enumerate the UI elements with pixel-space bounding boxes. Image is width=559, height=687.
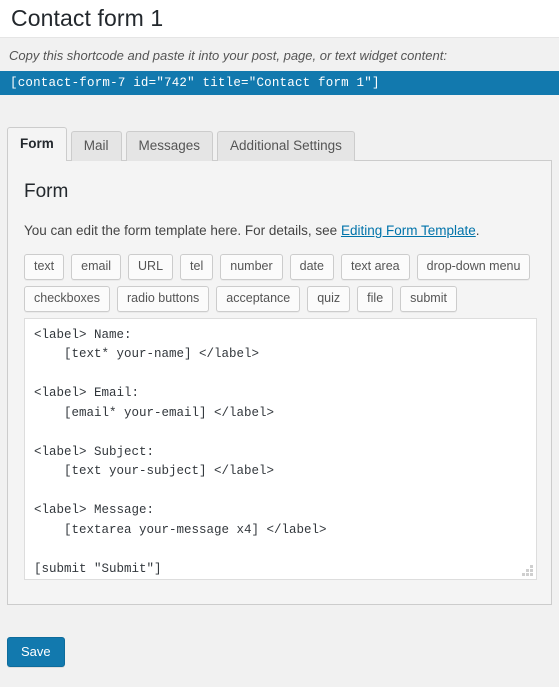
shortcode-description: Copy this shortcode and paste it into yo…	[9, 48, 447, 63]
save-button[interactable]: Save	[7, 636, 65, 668]
tag-button-url[interactable]: URL	[128, 253, 174, 280]
tag-button-row-2: checkboxes radio buttons acceptance quiz…	[24, 285, 537, 312]
page-title: Contact form 1	[11, 4, 164, 31]
form-panel: Form You can edit the form template here…	[7, 159, 552, 605]
page-header: Contact form 1	[0, 0, 559, 38]
tab-mail[interactable]: Mail	[70, 130, 122, 161]
shortcode-input[interactable]	[0, 70, 559, 95]
tag-button-tel[interactable]: tel	[180, 253, 214, 280]
form-template-textarea[interactable]: <label> Name: [text* your-name] </label>…	[24, 317, 537, 580]
editing-form-template-link[interactable]: Editing Form Template	[341, 223, 476, 238]
tag-button-checkboxes[interactable]: checkboxes	[24, 285, 111, 312]
tag-button-drop-down-menu[interactable]: drop-down menu	[416, 253, 531, 280]
panel-description-text: You can edit the form template here. For…	[24, 222, 341, 238]
tag-button-text-area[interactable]: text area	[340, 253, 410, 280]
tag-button-number[interactable]: number	[220, 253, 283, 280]
tag-button-text[interactable]: text	[24, 253, 65, 280]
tab-messages[interactable]: Messages	[125, 130, 214, 161]
tag-button-radio-buttons[interactable]: radio buttons	[117, 285, 210, 312]
tag-button-row-1: text email URL tel number date text area…	[24, 253, 537, 280]
panel-description-period: .	[475, 222, 480, 238]
shortcode-section: Copy this shortcode and paste it into yo…	[0, 38, 559, 95]
tab-form[interactable]: Form	[7, 126, 67, 161]
tag-button-acceptance[interactable]: acceptance	[216, 285, 301, 312]
tag-button-date[interactable]: date	[289, 253, 334, 280]
tab-bar: Form Mail Messages Additional Settings	[7, 126, 559, 161]
panel-description: You can edit the form template here. For…	[24, 222, 537, 241]
tag-button-email[interactable]: email	[71, 253, 122, 280]
panel-heading: Form	[24, 180, 69, 202]
tag-button-submit[interactable]: submit	[400, 285, 457, 312]
tab-additional-settings[interactable]: Additional Settings	[217, 130, 355, 161]
form-actions: Save	[2, 636, 559, 668]
tag-button-file[interactable]: file	[357, 285, 394, 312]
form-template-editor: <label> Name: [text* your-name] </label>…	[24, 317, 537, 580]
tag-button-quiz[interactable]: quiz	[307, 285, 351, 312]
